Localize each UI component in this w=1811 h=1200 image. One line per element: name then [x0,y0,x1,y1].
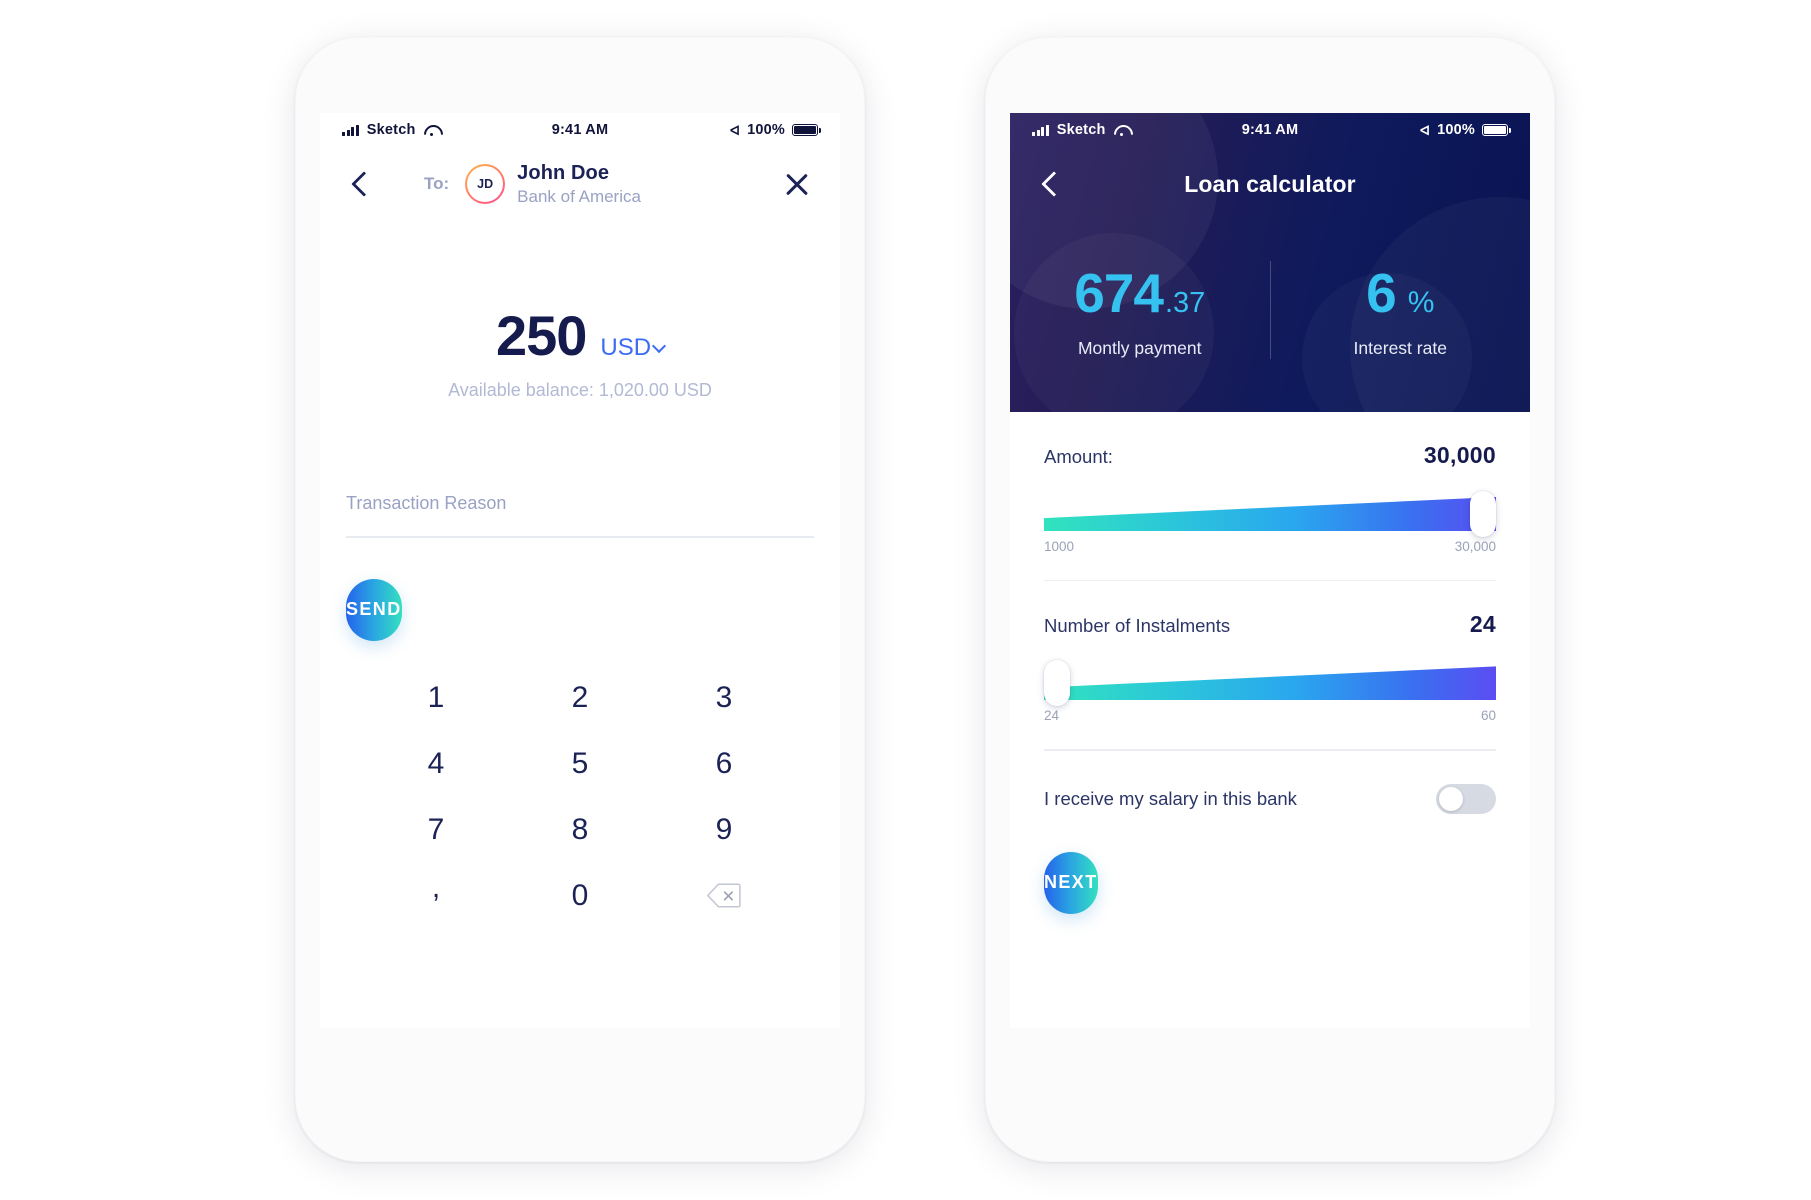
amount-label: Amount: [1044,446,1113,467]
salary-toggle-row: I receive my salary in this bank [1044,751,1496,814]
amount-field-header: Amount: 30,000 [1044,442,1496,469]
amount-value[interactable]: 250 [496,303,587,368]
interest-rate-whole: 6 [1366,262,1397,324]
amount-slider[interactable] [1044,491,1496,537]
status-bar-right: ᐊ 100% [729,122,822,138]
status-bar-right: ᐊ 100% [1419,122,1512,138]
salary-toggle-switch[interactable] [1436,783,1496,814]
monthly-payment-caption: Montly payment [1077,338,1202,358]
stat-monthly-payment: 674 .37 Montly payment [1010,261,1270,359]
monthly-payment-decimal: .37 [1164,287,1206,319]
next-button[interactable]: NEXT [1044,851,1098,914]
key-backspace[interactable] [652,863,796,929]
status-bar-left: Sketch [1032,122,1129,138]
battery-percent-label: 100% [1437,122,1475,138]
recipient-info: John Doe Bank of America [517,162,641,205]
amount-slider-knob[interactable] [1470,491,1496,537]
transaction-reason-placeholder: Transaction Reason [346,493,507,513]
amount-block: 250 USD Available balance: 1,020.00 USD [320,303,840,401]
wifi-icon [1114,125,1129,136]
send-button[interactable]: SEND [346,578,402,641]
loan-header: Loan calculator [1010,147,1530,221]
amount-slider-scale: 1000 30,000 [1044,539,1496,554]
battery-icon [792,123,822,137]
phone-mockup-loan: Sketch 9:41 AM ᐊ 100% Loan calculator 67… [985,37,1555,1162]
numeric-keypad: 1 2 3 4 5 6 7 8 9 , 0 [364,665,796,929]
currency-label: USD [600,334,652,361]
loan-hero: Sketch 9:41 AM ᐊ 100% Loan calculator 67… [1010,113,1530,412]
key-9[interactable]: 9 [652,797,796,863]
carrier-label: Sketch [366,122,416,138]
instalments-slider-scale: 24 60 [1044,708,1496,723]
phone-screen-send: Sketch 9:41 AM ᐊ 100% To: JD John Doe Ba… [320,113,840,1028]
salary-toggle-label: I receive my salary in this bank [1044,787,1297,809]
avatar: JD [465,164,505,204]
status-bar: Sketch 9:41 AM ᐊ 100% [320,113,840,147]
signal-bars-icon [342,124,359,136]
status-bar: Sketch 9:41 AM ᐊ 100% [1010,113,1530,147]
wifi-icon [424,125,439,136]
amount-slider-max: 30,000 [1454,539,1496,554]
key-6[interactable]: 6 [652,731,796,797]
recipient-bank: Bank of America [517,186,641,206]
key-0[interactable]: 0 [508,863,652,929]
loan-form: Amount: 30,000 1000 30,000 Number of Ins… [1010,412,1530,914]
key-4[interactable]: 4 [364,731,508,797]
monthly-payment-value: 674 .37 [1010,261,1270,325]
transaction-reason-underline [346,536,814,538]
close-button[interactable] [780,167,814,201]
back-button[interactable] [1034,167,1068,201]
percent-symbol: % [1407,286,1435,319]
signal-bars-icon [1032,124,1049,136]
instalments-slider-max: 60 [1480,708,1496,724]
currency-selector[interactable]: USD [600,334,664,362]
recipient-name: John Doe [517,162,610,185]
transaction-reason-field[interactable]: Transaction Reason [346,493,814,538]
backspace-icon [707,883,741,908]
phone-screen-loan: Sketch 9:41 AM ᐊ 100% Loan calculator 67… [1010,113,1530,1028]
amount-slider-min: 1000 [1044,539,1075,554]
interest-rate-value: 6 % [1271,261,1531,325]
to-label: To: [424,174,450,193]
battery-percent-label: 100% [747,122,785,138]
monthly-payment-whole: 674 [1074,262,1164,324]
interest-rate-caption: Interest rate [1353,338,1447,358]
status-bar-left: Sketch [342,122,439,138]
key-8[interactable]: 8 [508,797,652,863]
loan-summary-stats: 674 .37 Montly payment 6 % Interest rate [1010,221,1530,359]
toggle-knob [1439,786,1463,811]
amount-row: 250 USD [320,303,840,368]
instalments-slider[interactable] [1044,660,1496,707]
instalments-field-header: Number of Instalments 24 [1044,611,1496,638]
amount-field: Amount: 30,000 1000 30,000 [1044,412,1496,582]
instalments-slider-knob[interactable] [1044,660,1070,707]
key-comma[interactable]: , [364,863,508,929]
phone-mockup-send: Sketch 9:41 AM ᐊ 100% To: JD John Doe Ba… [295,37,865,1162]
screenshot-canvas: Sketch 9:41 AM ᐊ 100% To: JD John Doe Ba… [0,0,1811,1200]
bluetooth-icon: ᐊ [1419,122,1431,138]
back-button[interactable] [344,167,378,201]
instalments-value: 24 [1469,611,1496,638]
key-5[interactable]: 5 [508,731,652,797]
key-1[interactable]: 1 [364,665,508,731]
bluetooth-icon: ᐊ [729,122,741,138]
battery-icon [1482,123,1512,137]
instalments-slider-min: 24 [1044,708,1060,724]
amount-value: 30,000 [1423,442,1496,468]
send-header: To: JD John Doe Bank of America [320,147,840,221]
key-2[interactable]: 2 [508,665,652,731]
key-7[interactable]: 7 [364,797,508,863]
instalments-label: Number of Instalments [1044,615,1231,637]
carrier-label: Sketch [1056,122,1106,138]
available-balance-label: Available balance: 1,020.00 USD [448,380,712,400]
chevron-down-icon [654,341,664,351]
key-3[interactable]: 3 [652,665,796,731]
page-title: Loan calculator [1184,170,1356,197]
stat-interest-rate: 6 % Interest rate [1269,261,1531,359]
amount-slider-track [1044,497,1496,531]
instalments-slider-track [1044,666,1496,701]
instalments-field: Number of Instalments 24 24 60 [1044,581,1496,751]
